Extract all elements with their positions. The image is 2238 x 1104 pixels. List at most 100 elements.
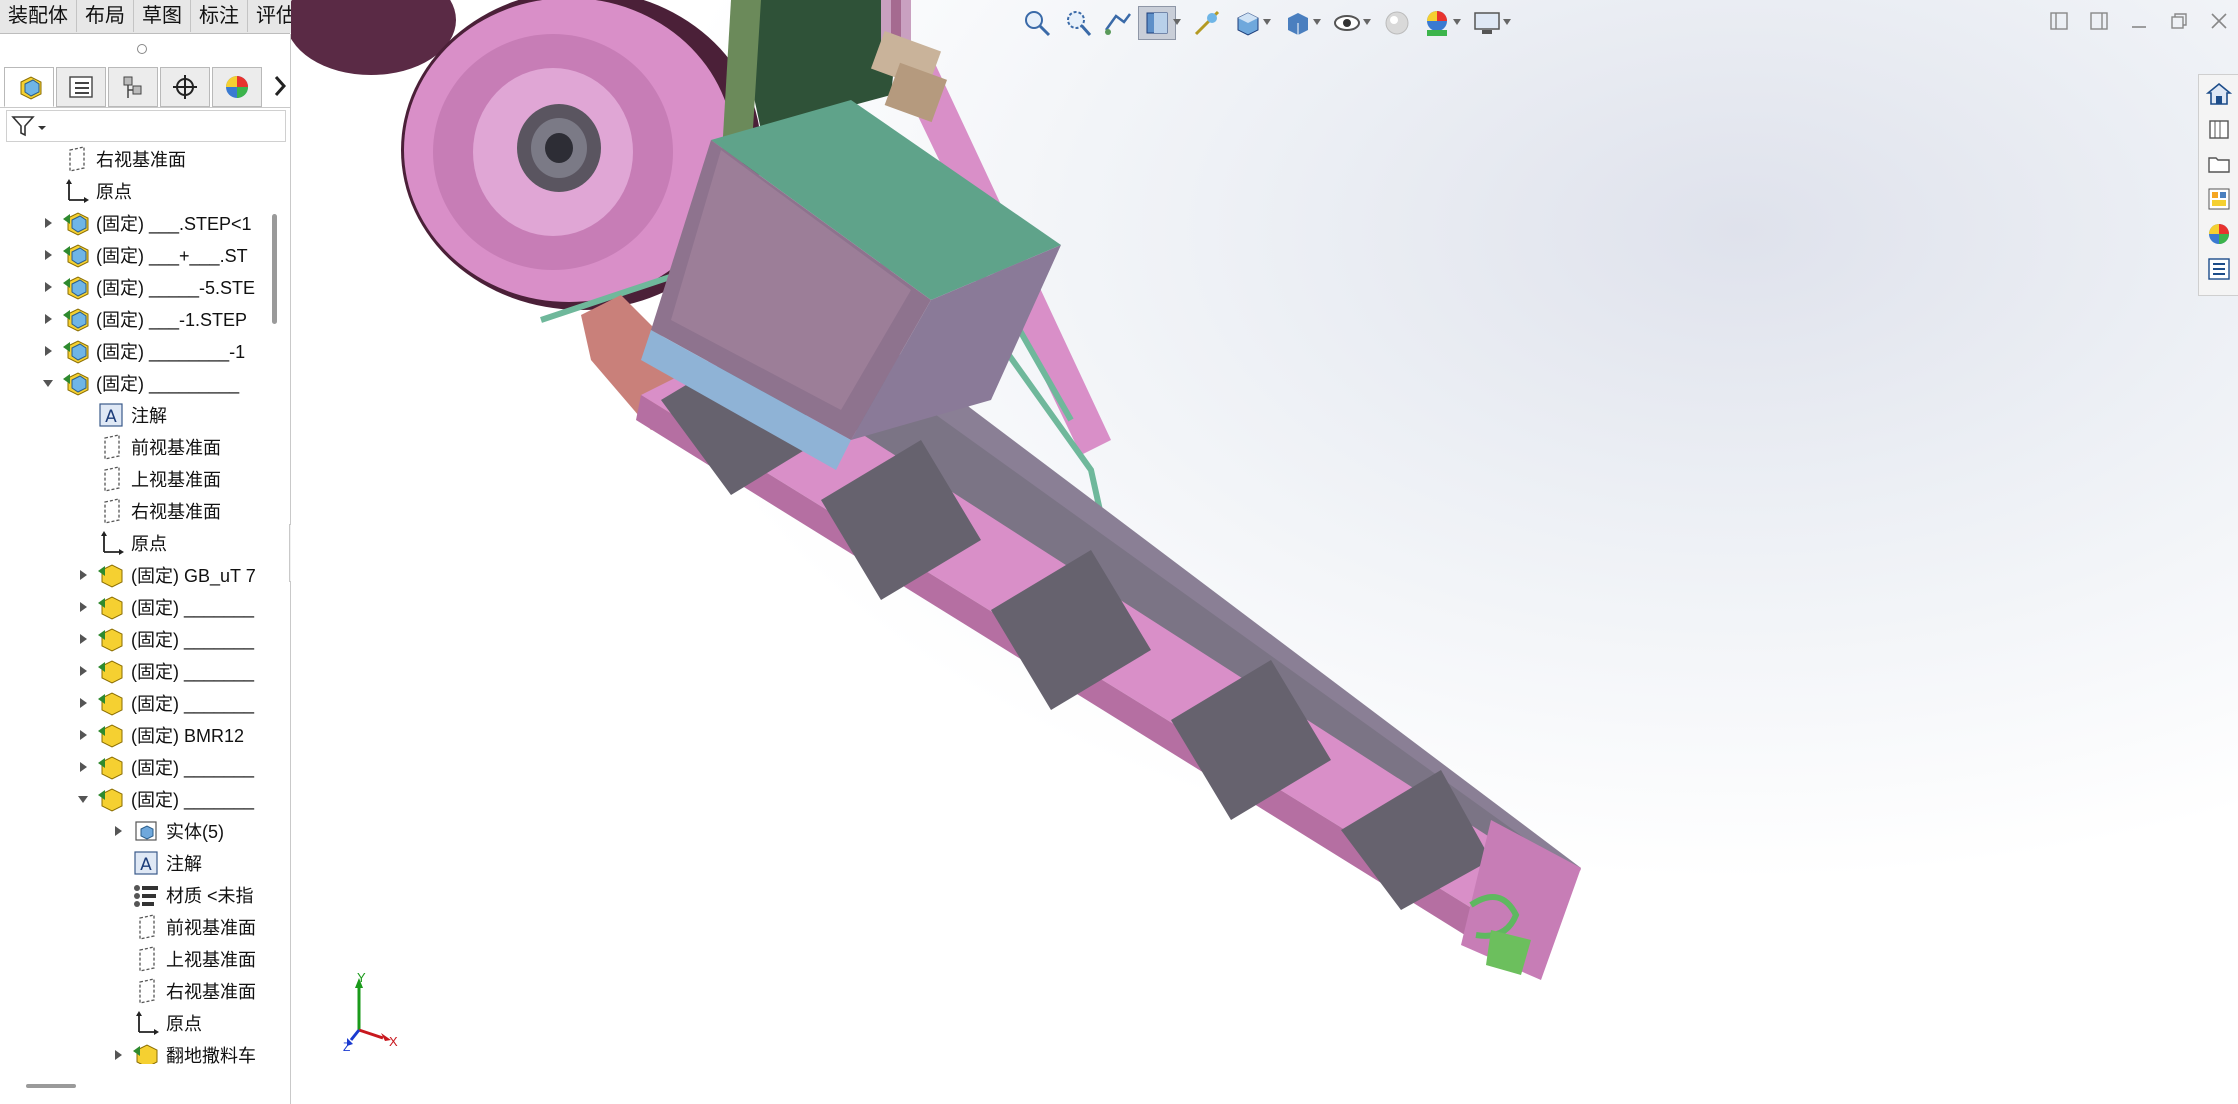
tree-item[interactable]: 上视基准面 [77,464,221,494]
collapse-caret-icon[interactable] [77,792,89,806]
dropdown-arrow-icon[interactable] [1452,18,1462,29]
design-library-icon[interactable] [2203,113,2235,145]
expand-caret-icon[interactable] [77,728,89,742]
featuremanager-icon[interactable] [4,67,54,107]
command-tab[interactable]: 标注 [191,0,248,32]
command-tab[interactable]: 草图 [134,0,191,32]
tile-left-icon[interactable] [2044,6,2074,36]
apply-scene-icon[interactable] [1418,6,1456,40]
chevron-right-icon[interactable] [270,66,290,106]
close-icon[interactable] [2204,6,2234,36]
hide-show-items-icon[interactable] [1328,6,1366,40]
expand-caret-icon[interactable] [77,568,89,582]
collapse-caret-icon[interactable] [42,376,54,390]
subassembly-icon [62,273,90,301]
configurationmanager-icon[interactable] [108,67,158,107]
tree-item[interactable]: (固定) _______ [77,752,254,782]
previous-view-icon[interactable] [1098,6,1136,40]
tree-item[interactable]: A 注解 [77,400,167,430]
expand-caret-icon[interactable] [77,664,89,678]
tree-item[interactable]: (固定) GB_uT 7 [77,560,256,590]
dropdown-arrow-icon[interactable] [1172,18,1182,29]
command-tab[interactable]: 布局 [77,0,134,32]
expand-caret-icon[interactable] [77,632,89,646]
dropdown-arrow-icon[interactable] [1362,18,1372,29]
tree-item[interactable]: 前视基准面 [112,912,256,942]
dropdown-arrow-icon[interactable] [1312,18,1322,29]
expand-caret-icon[interactable] [42,312,54,326]
graphics-viewport[interactable]: Y X Z [291,0,2238,1104]
view-palette-icon[interactable] [2203,183,2235,215]
tree-item-label: 前视基准面 [166,918,256,938]
expand-caret-icon[interactable] [112,824,124,838]
tree-item[interactable]: (固定) _____-5.STE [42,272,255,302]
dimxpert-icon[interactable] [160,67,210,107]
tree-item[interactable]: (固定) _________ [42,368,239,398]
command-tab[interactable]: 装配体 [0,0,77,32]
tree-horizontal-scrollbar[interactable] [26,1084,76,1088]
tree-item[interactable]: 右视基准面 [77,496,221,526]
file-explorer-icon[interactable] [2203,148,2235,180]
origin-icon [132,1009,160,1037]
custom-properties-icon[interactable] [2203,253,2235,285]
dropdown-arrow-icon[interactable] [1502,18,1512,29]
tree-item[interactable]: 材质 <未指 [112,880,254,910]
expand-caret-icon[interactable] [42,216,54,230]
section-view-icon[interactable] [1138,6,1176,40]
tree-item-label: 实体(5) [166,822,224,842]
tree-item[interactable]: 原点 [42,176,132,206]
tree-item[interactable]: (固定) _______ [77,624,254,654]
tree-item-label: 材质 <未指 [166,886,254,906]
tree-item[interactable]: (固定) BMR12 [77,720,244,750]
caret-spacer [112,952,124,966]
expand-caret-icon[interactable] [77,760,89,774]
panel-tabs [0,65,290,108]
filter-icon[interactable] [11,114,47,143]
view-settings-icon[interactable] [1468,6,1506,40]
tree-filter[interactable] [6,110,286,142]
tree-item[interactable]: (固定) ___-1.STEP [42,304,247,334]
assembly-model[interactable] [291,0,2238,1104]
expand-caret-icon[interactable] [77,600,89,614]
expand-caret-icon[interactable] [42,248,54,262]
tree-item[interactable]: 前视基准面 [77,432,221,462]
home-icon[interactable] [2203,78,2235,110]
expand-caret-icon[interactable] [112,1048,124,1062]
tree-item[interactable]: (固定) _______ [77,656,254,686]
tree-item[interactable]: 上视基准面 [112,944,256,974]
tree-item[interactable]: 右视基准面 [112,976,256,1006]
expand-caret-icon[interactable] [42,280,54,294]
tree-scrollbar[interactable] [272,214,277,324]
dynamic-annotation-icon[interactable] [1188,6,1226,40]
display-manager-icon[interactable] [212,67,262,107]
zoom-to-area-icon[interactable] [1058,6,1096,40]
tree-item[interactable]: (固定) ___.STEP<1 [42,208,252,238]
tree-item[interactable]: 右视基准面 [42,144,186,174]
minimize-icon[interactable] [2124,6,2154,36]
feature-tree: 右视基准面 原点 (固定) ___.STEP<1 (固定) ___+___.ST (固定… [0,144,262,1064]
expand-caret-icon[interactable] [42,344,54,358]
plane-icon [62,145,90,173]
tile-right-icon[interactable] [2084,6,2114,36]
appearances-icon[interactable] [2203,218,2235,250]
tree-item[interactable]: (固定) _______ [77,784,254,814]
tree-item[interactable]: A 注解 [112,848,202,878]
tree-item[interactable]: 原点 [77,528,167,558]
edit-appearance-icon[interactable] [1378,6,1416,40]
restore-icon[interactable] [2164,6,2194,36]
panel-splitter-handle[interactable] [137,44,147,54]
tree-item[interactable]: (固定) _______ [77,592,254,622]
tree-item[interactable]: 实体(5) [112,816,224,846]
tree-item[interactable]: (固定) ___+___.ST [42,240,248,270]
tree-item[interactable]: (固定) ________-1 [42,336,245,366]
expand-caret-icon[interactable] [77,696,89,710]
tree-item[interactable]: 翻地撒料车 [112,1040,256,1064]
tree-item-label: (固定) _________ [96,374,240,394]
propertymanager-icon[interactable] [56,67,106,107]
view-orientation-icon[interactable] [1228,6,1266,40]
tree-item[interactable]: 原点 [112,1008,202,1038]
tree-item[interactable]: (固定) _______ [77,688,254,718]
dropdown-arrow-icon[interactable] [1262,18,1272,29]
zoom-to-fit-icon[interactable] [1018,6,1056,40]
display-style-icon[interactable] [1278,6,1316,40]
